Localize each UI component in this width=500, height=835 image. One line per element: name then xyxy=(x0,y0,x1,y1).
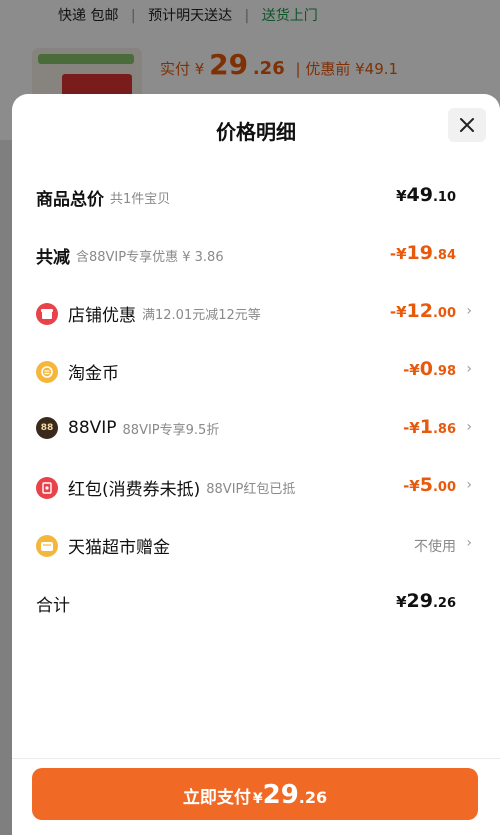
not-used-text: 不使用 xyxy=(414,539,456,555)
value-dec: .26 xyxy=(432,596,456,611)
value-dec: .84 xyxy=(432,248,456,263)
chevron-right-icon: › xyxy=(466,419,472,435)
row-tmall-gift-fund[interactable]: 天猫超市赠金 不使用 › xyxy=(12,530,500,560)
value-int: 1 xyxy=(419,416,433,438)
currency: -¥ xyxy=(403,419,420,437)
chevron-right-icon: › xyxy=(466,535,472,551)
gift-fund-icon xyxy=(36,534,58,557)
value-int: 12 xyxy=(406,300,433,322)
row-sum: 合计 ¥29.26 xyxy=(12,588,500,618)
price-detail-sheet: 价格明细 商品总价 共1件宝贝 ¥49.10 共减 含88VIP专享优惠 ¥ 3… xyxy=(12,94,500,835)
footer-divider xyxy=(12,758,500,759)
value-int: 0 xyxy=(419,358,433,380)
pay-amount-int: 29 xyxy=(262,780,299,810)
pay-now-button[interactable]: 立即支付 ¥ 29 .26 xyxy=(32,768,478,820)
value-dec: .10 xyxy=(432,190,456,205)
row-subtitle: 含88VIP专享优惠 ¥ 3.86 xyxy=(76,250,224,265)
row-title: 合计 xyxy=(36,596,70,616)
row-label: 共减 含88VIP专享优惠 ¥ 3.86 xyxy=(36,243,224,268)
currency: ¥ xyxy=(396,187,407,205)
currency: -¥ xyxy=(389,303,407,321)
row-subtitle: 88VIP红包已抵 xyxy=(206,482,296,497)
chevron-right-icon: › xyxy=(466,477,472,493)
row-label: 88 88VIP 88VIP专享9.5折 xyxy=(36,417,219,439)
value-int: 29 xyxy=(406,590,433,612)
value-dec: .00 xyxy=(432,480,456,495)
row-label: 淘金币 xyxy=(36,359,119,384)
row-value: -¥1.86 xyxy=(403,416,456,438)
row-label: 合计 xyxy=(36,591,70,616)
coin-icon xyxy=(36,360,58,383)
row-value: -¥19.84 xyxy=(390,242,456,264)
row-subtitle: 满12.01元减12元等 xyxy=(142,308,261,323)
row-title: 红包(消费券未抵) xyxy=(68,480,201,500)
vip88-icon: 88 xyxy=(36,417,58,439)
row-goods-total: 商品总价 共1件宝贝 ¥49.10 xyxy=(12,182,500,212)
row-red-envelope[interactable]: 红包(消费券未抵) 88VIP红包已抵 -¥5.00 › xyxy=(12,472,500,502)
row-value: ¥29.26 xyxy=(396,590,456,612)
currency: -¥ xyxy=(403,477,420,495)
row-label: 天猫超市赠金 xyxy=(36,533,170,558)
row-title: 天猫超市赠金 xyxy=(68,538,170,558)
row-value: ¥49.10 xyxy=(396,184,456,206)
row-subtitle: 共1件宝贝 xyxy=(110,192,171,207)
currency: -¥ xyxy=(389,245,407,263)
chevron-right-icon: › xyxy=(466,303,472,319)
row-label: 店铺优惠 满12.01元减12元等 xyxy=(36,301,261,326)
red-envelope-icon xyxy=(36,476,58,499)
value-dec: .00 xyxy=(432,306,456,321)
row-value: -¥0.98 xyxy=(403,358,456,380)
row-title: 共减 xyxy=(36,248,70,268)
row-88vip[interactable]: 88 88VIP 88VIP专享9.5折 -¥1.86 › xyxy=(12,414,500,444)
row-title: 商品总价 xyxy=(36,190,104,210)
value-dec: .86 xyxy=(432,422,456,437)
row-title: 88VIP xyxy=(68,418,117,438)
shop-icon xyxy=(36,302,58,325)
row-shop-discount[interactable]: 店铺优惠 满12.01元减12元等 -¥12.00 › xyxy=(12,298,500,328)
sheet-title: 价格明细 xyxy=(216,120,296,144)
close-button[interactable] xyxy=(448,108,486,142)
pay-currency: ¥ xyxy=(252,791,263,807)
row-total-discount: 共减 含88VIP专享优惠 ¥ 3.86 -¥19.84 xyxy=(12,240,500,270)
chevron-right-icon: › xyxy=(466,361,472,377)
currency: ¥ xyxy=(396,593,407,611)
pay-label: 立即支付 xyxy=(182,788,251,808)
row-label: 红包(消费券未抵) 88VIP红包已抵 xyxy=(36,475,295,500)
row-subtitle: 88VIP专享9.5折 xyxy=(122,422,220,438)
row-value: -¥12.00 xyxy=(390,300,456,322)
row-label: 商品总价 共1件宝贝 xyxy=(36,185,170,210)
value-int: 19 xyxy=(406,242,433,264)
row-taojinbi[interactable]: 淘金币 -¥0.98 › xyxy=(12,356,500,386)
row-value: -¥5.00 xyxy=(403,474,456,496)
row-title: 店铺优惠 xyxy=(68,306,136,326)
close-icon xyxy=(460,118,474,132)
pay-amount-dec: .26 xyxy=(298,788,328,807)
row-title: 淘金币 xyxy=(68,364,119,384)
value-dec: .98 xyxy=(432,364,456,379)
value-int: 49 xyxy=(406,184,433,206)
currency: -¥ xyxy=(403,361,420,379)
value-int: 5 xyxy=(419,474,433,496)
